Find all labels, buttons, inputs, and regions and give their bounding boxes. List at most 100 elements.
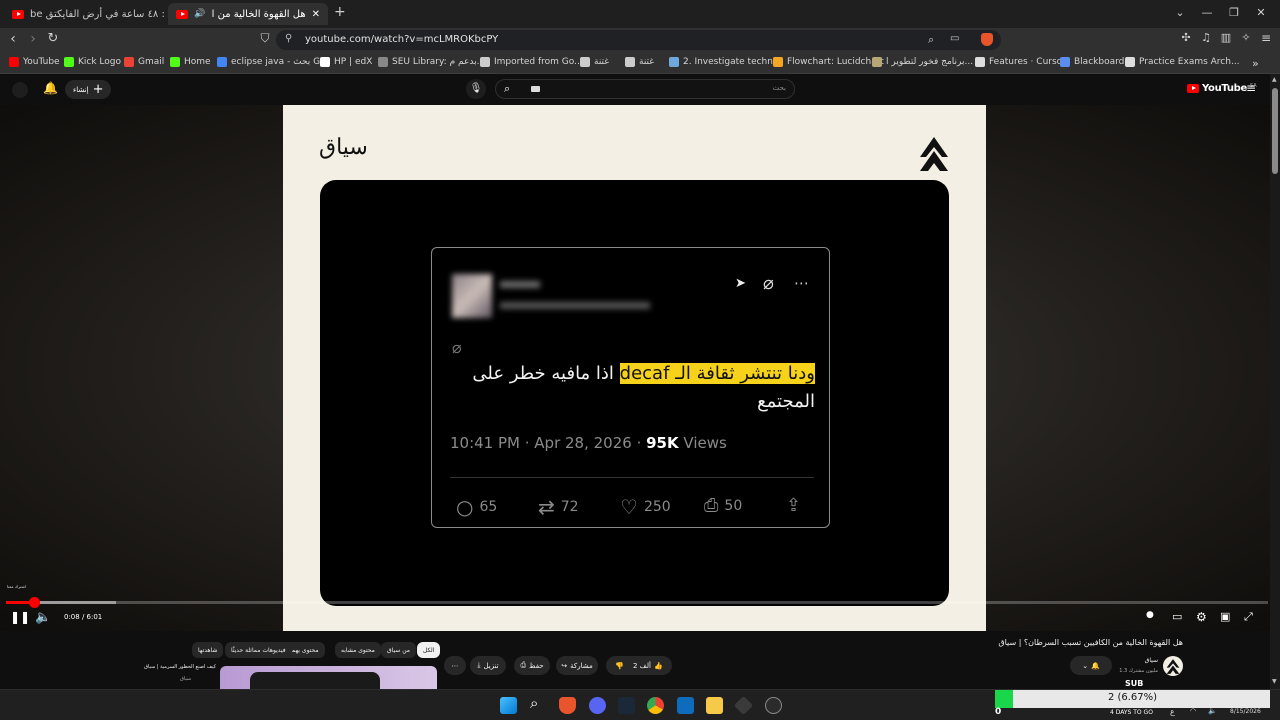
search-icon[interactable]: ⌕: [504, 82, 510, 96]
bookmark-item[interactable]: غتنة: [625, 57, 654, 67]
volume-icon[interactable]: 🔈: [35, 610, 51, 625]
miniplayer-icon[interactable]: ▣: [1220, 610, 1230, 623]
more-options-icon[interactable]: ⋯: [794, 274, 809, 292]
speaker-icon[interactable]: 🔈: [1208, 707, 1217, 715]
media-controls-icon[interactable]: ♫: [1197, 31, 1215, 44]
steam-icon[interactable]: [618, 697, 635, 714]
browser-tab[interactable]: التروبع: ٤٨ ساعة في أرض الفايكتق be: [4, 3, 164, 25]
bookmark-item[interactable]: YouTube: [9, 57, 60, 67]
like-action[interactable]: ♡ 250: [620, 495, 671, 519]
new-tab-button[interactable]: +: [334, 4, 346, 20]
keyboard-icon[interactable]: [531, 86, 540, 92]
bookmark-item[interactable]: غتنة: [580, 57, 609, 67]
windows-start-icon[interactable]: [500, 697, 517, 714]
days-to-go: 4 DAYS TO GO: [1110, 709, 1153, 716]
scrollbar-thumb[interactable]: [1272, 88, 1278, 174]
progress-bar[interactable]: [6, 597, 1268, 608]
like-icon[interactable]: 👍: [654, 662, 663, 670]
file-explorer-icon[interactable]: [706, 697, 723, 714]
chrome-icon[interactable]: [647, 697, 664, 714]
forward-icon[interactable]: ›: [24, 31, 42, 47]
retweet-action[interactable]: ⇄ 72: [538, 495, 579, 519]
bookmark-item[interactable]: Home: [170, 57, 211, 67]
bookmark-item[interactable]: Kick Logo: [64, 57, 121, 67]
create-button[interactable]: إنشاء +: [65, 80, 112, 99]
cast-icon[interactable]: ▭: [950, 33, 959, 44]
browser-tab-active[interactable]: 🔊 هل القهوة الخالية من الكافيين ت ✕: [168, 3, 328, 25]
voice-search-icon[interactable]: 🎙: [466, 79, 486, 99]
bookmark-favicon-icon: [320, 57, 330, 67]
obs-icon[interactable]: [765, 697, 782, 714]
fullscreen-icon[interactable]: ⤢: [1244, 610, 1253, 624]
download-button[interactable]: ⤓ تنزيل: [470, 656, 506, 675]
channel-avatar[interactable]: [1163, 656, 1183, 676]
menu-icon[interactable]: ≡: [1257, 31, 1275, 45]
save-button[interactable]: ⎙ حفظ: [514, 656, 550, 675]
bookmark-item[interactable]: 2. Investigate techni...: [669, 57, 784, 67]
bookmark-item[interactable]: Flowchart: Lucidchart: [773, 57, 884, 67]
bookmark-item[interactable]: Practice Exams Arch...: [1125, 57, 1240, 67]
filter-chip[interactable]: الكل: [417, 642, 441, 658]
photos-icon[interactable]: [677, 697, 694, 714]
subtitles-icon[interactable]: ▭: [1172, 610, 1182, 623]
bookmark-item[interactable]: SEU Library: بدعم م...: [378, 57, 485, 67]
scroll-down-icon[interactable]: ▼: [1272, 678, 1277, 685]
avatar[interactable]: [12, 82, 28, 98]
tab-search-chevron-icon[interactable]: ⌄: [1172, 6, 1188, 19]
zoom-search-icon[interactable]: ⌕: [928, 33, 934, 47]
more-bookmarks-icon[interactable]: »: [1252, 57, 1259, 70]
search-input[interactable]: ⌕ بحث: [495, 79, 795, 99]
back-icon[interactable]: ‹: [4, 31, 22, 47]
sidebar-icon[interactable]: ▥: [1217, 31, 1235, 44]
share-button[interactable]: ↪ مشاركة: [556, 656, 598, 675]
bookmark-item[interactable]: eclipse java - بحث G...: [217, 57, 329, 67]
brave-shield-icon[interactable]: [981, 33, 993, 46]
reply-action[interactable]: ○ 65: [456, 495, 497, 519]
discord-icon[interactable]: [589, 697, 606, 714]
grok-icon[interactable]: ⌀: [763, 273, 774, 294]
filter-chip[interactable]: من سياق: [381, 642, 417, 658]
bookmark-item[interactable]: Features · Cursor: [975, 57, 1066, 67]
bookmark-item[interactable]: HP | edX: [320, 57, 372, 67]
subscribed-button[interactable]: ⌄ 🔔: [1070, 656, 1112, 675]
bookmark-item[interactable]: Imported from Go...: [480, 57, 583, 67]
scrubber-handle[interactable]: [28, 597, 40, 608]
filter-chip[interactable]: شاهدتها: [192, 642, 224, 658]
audio-playing-icon[interactable]: 🔊: [194, 9, 205, 19]
window-close-icon[interactable]: ✕: [1253, 6, 1269, 19]
address-bar[interactable]: ⚲ youtube.com/watch?v=mcLMROKbcPY ⌕ ▭: [276, 30, 1001, 50]
leo-ai-icon[interactable]: ✧: [1237, 31, 1255, 44]
tab-close-icon[interactable]: ✕: [312, 9, 320, 20]
app-icon[interactable]: [733, 695, 754, 716]
restore-icon[interactable]: ❐: [1226, 6, 1242, 19]
autoplay-toggle-icon[interactable]: ●: [1146, 610, 1154, 620]
wifi-icon[interactable]: ◠: [1190, 707, 1196, 715]
settings-gear-icon[interactable]: ⚙: [1196, 610, 1207, 624]
bookmark-item[interactable]: Blackboard: [1060, 57, 1124, 67]
bookmark-item[interactable]: Gmail: [124, 57, 164, 67]
next-video-thumbnail[interactable]: [220, 666, 437, 689]
language-indicator[interactable]: ع: [1170, 707, 1175, 716]
extensions-icon[interactable]: ✣: [1177, 31, 1195, 44]
dislike-icon[interactable]: 👎: [615, 662, 624, 670]
scroll-up-icon[interactable]: ▲: [1272, 76, 1277, 83]
filter-chip[interactable]: فيديوهات مماثلة حديثًا: [225, 642, 292, 658]
next-video-title[interactable]: كيف أُصنع الحظور السرمية | سياق: [132, 664, 216, 670]
channel-name[interactable]: سياق: [1118, 657, 1158, 664]
reload-icon[interactable]: ↻: [44, 31, 62, 46]
bookmark-page-icon[interactable]: ⛉: [256, 31, 274, 46]
bookmark-item[interactable]: برنامج فخور لتطوير ا...: [872, 57, 973, 67]
share-action[interactable]: ⇪: [786, 495, 801, 516]
pause-icon[interactable]: ❚❚: [10, 610, 30, 624]
brave-browser-icon[interactable]: [559, 697, 576, 714]
more-actions-icon[interactable]: ⋯: [444, 656, 466, 675]
site-info-icon[interactable]: ⚲: [285, 33, 292, 44]
page-scrollbar[interactable]: ▲ ▼: [1270, 74, 1280, 689]
notifications-bell-icon[interactable]: 🔔: [43, 81, 58, 95]
guide-menu-icon[interactable]: ≡: [1246, 81, 1256, 95]
filter-chip[interactable]: محتوى مشابه: [335, 642, 381, 658]
bookmark-action[interactable]: ⎙ 50: [704, 495, 742, 516]
minimize-icon[interactable]: —: [1199, 6, 1215, 19]
taskbar-search-icon[interactable]: ⌕: [530, 694, 538, 712]
video-player[interactable]: سياق ➤ ⌀ ⋯ ⌀ ودنا تنتشر ثقافة الـ decaf …: [0, 105, 1270, 631]
